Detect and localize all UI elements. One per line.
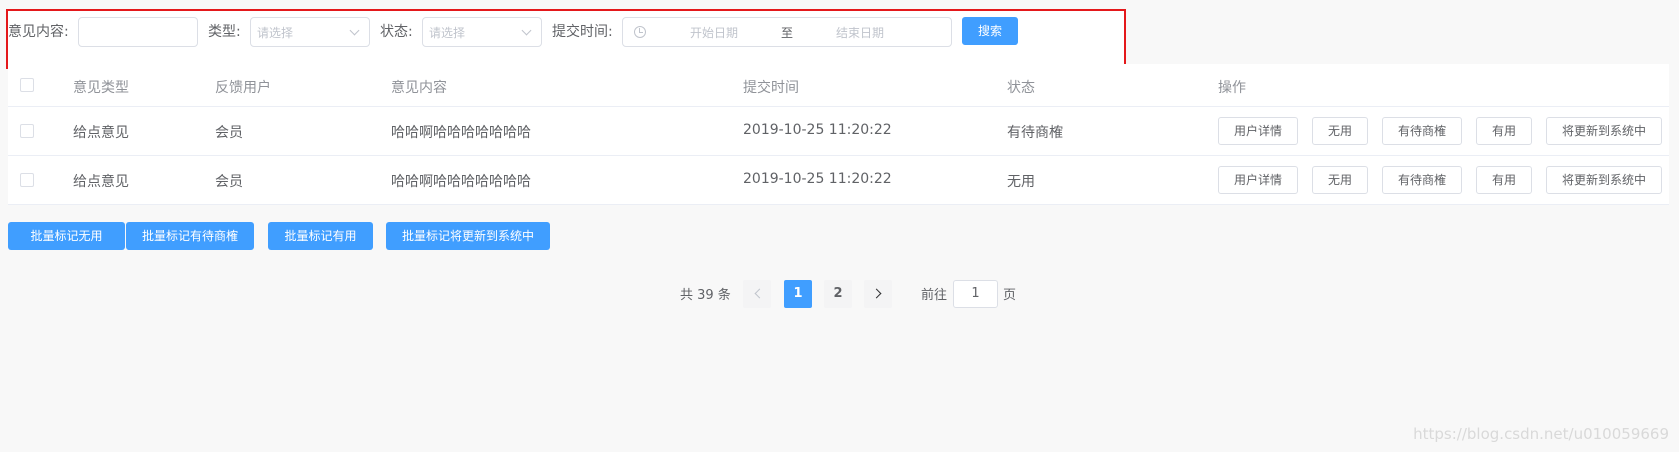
- chevron-right-icon: [871, 288, 882, 299]
- cell-content: 哈哈啊哈哈哈哈哈哈哈: [391, 125, 531, 141]
- update-to-system-button[interactable]: 将更新到系统中: [1546, 166, 1662, 194]
- pagination-total: 共 39 条: [680, 288, 731, 303]
- table-row: 给点意见 会员 哈哈啊哈哈哈哈哈哈哈 2019-10-25 11:20:22 无…: [8, 156, 1669, 205]
- select-all-checkbox[interactable]: [20, 78, 34, 92]
- search-button[interactable]: 搜索: [962, 17, 1018, 45]
- col-user-header: 反馈用户: [215, 80, 271, 96]
- range-separator: 至: [781, 26, 794, 40]
- content-label: 意见内容:: [8, 24, 69, 40]
- col-time-header: 提交时间: [743, 80, 799, 96]
- table-header: 意见类型 反馈用户 意见内容 提交时间 状态 操作: [8, 64, 1669, 107]
- mark-pending-button[interactable]: 有待商榷: [1382, 166, 1462, 194]
- batch-mark-useful-button[interactable]: 批量标记有用: [268, 222, 373, 250]
- watermark: https://blog.csdn.net/u010059669: [1413, 425, 1669, 443]
- table-row: 给点意见 会员 哈哈啊哈哈哈哈哈哈哈 2019-10-25 11:20:22 有…: [8, 107, 1669, 156]
- goto-page-input[interactable]: 1: [953, 280, 998, 308]
- time-label: 提交时间:: [552, 24, 613, 40]
- status-label: 状态:: [380, 24, 413, 40]
- status-placeholder: 请选择: [429, 26, 466, 40]
- status-select[interactable]: 请选择: [422, 17, 542, 47]
- cell-type: 给点意见: [73, 174, 129, 190]
- page-1-button[interactable]: 1: [784, 280, 812, 308]
- end-date-placeholder: 结束日期: [836, 26, 885, 40]
- content-input[interactable]: [78, 17, 198, 47]
- chevron-down-icon: [349, 25, 360, 36]
- cell-content: 哈哈啊哈哈哈哈哈哈哈: [391, 174, 531, 190]
- page-2-button[interactable]: 2: [824, 280, 852, 308]
- col-actions-header: 操作: [1218, 80, 1246, 96]
- cell-user: 会员: [215, 174, 243, 190]
- row-checkbox[interactable]: [20, 173, 34, 187]
- type-placeholder: 请选择: [257, 26, 294, 40]
- clock-icon: [634, 26, 646, 38]
- prev-page-button[interactable]: [743, 280, 771, 308]
- mark-useless-button[interactable]: 无用: [1312, 117, 1368, 145]
- cell-time: 2019-10-25 11:20:22: [743, 122, 892, 138]
- cell-type: 给点意见: [73, 125, 129, 141]
- update-to-system-button[interactable]: 将更新到系统中: [1546, 117, 1662, 145]
- cell-status: 无用: [1007, 174, 1035, 190]
- batch-mark-useless-button[interactable]: 批量标记无用: [8, 222, 125, 250]
- next-page-button[interactable]: [864, 280, 892, 308]
- mark-useful-button[interactable]: 有用: [1476, 117, 1532, 145]
- mark-useless-button[interactable]: 无用: [1312, 166, 1368, 194]
- cell-user: 会员: [215, 125, 243, 141]
- start-date-placeholder: 开始日期: [690, 26, 739, 40]
- cell-time: 2019-10-25 11:20:22: [743, 171, 892, 187]
- cell-status: 有待商榷: [1007, 125, 1063, 141]
- chevron-down-icon: [521, 25, 532, 36]
- goto-prefix: 前往: [921, 288, 948, 303]
- mark-useful-button[interactable]: 有用: [1476, 166, 1532, 194]
- batch-mark-pending-button[interactable]: 批量标记有待商榷: [126, 222, 254, 250]
- row-checkbox[interactable]: [20, 124, 34, 138]
- mark-pending-button[interactable]: 有待商榷: [1382, 117, 1462, 145]
- type-label: 类型:: [208, 24, 241, 40]
- type-select[interactable]: 请选择: [250, 17, 370, 47]
- col-type-header: 意见类型: [73, 80, 129, 96]
- date-range-picker[interactable]: 开始日期 至 结束日期: [622, 17, 952, 47]
- user-detail-button[interactable]: 用户详情: [1218, 166, 1298, 194]
- user-detail-button[interactable]: 用户详情: [1218, 117, 1298, 145]
- batch-update-to-system-button[interactable]: 批量标记将更新到系统中: [386, 222, 550, 250]
- col-content-header: 意见内容: [391, 80, 447, 96]
- goto-suffix: 页: [1003, 288, 1017, 303]
- col-status-header: 状态: [1007, 80, 1035, 96]
- chevron-left-icon: [754, 288, 765, 299]
